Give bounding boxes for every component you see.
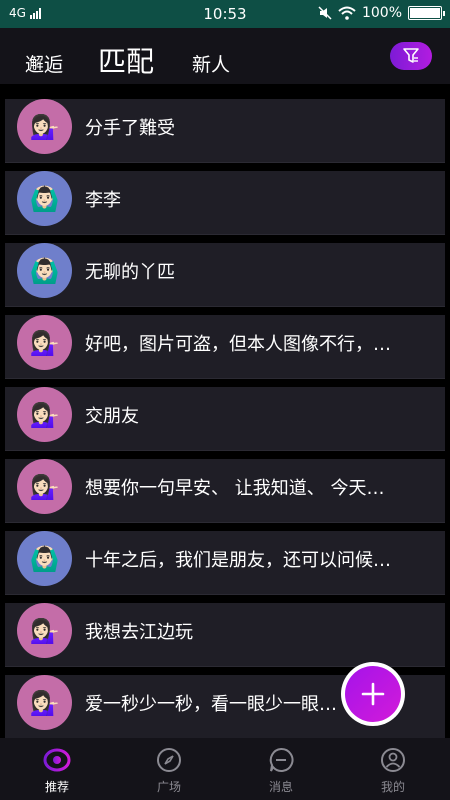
- list-item[interactable]: 🙆🏻‍♂️ 李李: [5, 171, 445, 235]
- list-item-text: 好吧，图片可盗，但本人图像不行，…: [85, 334, 391, 355]
- list-item-text: 交朋友: [85, 406, 139, 427]
- message-icon: [269, 747, 294, 772]
- profile-icon: [381, 748, 405, 772]
- wifi-icon: [338, 6, 356, 20]
- nav-label: 广场: [156, 780, 181, 794]
- list-item-text: 十年之后，我们是朋友，还可以问候…: [85, 550, 391, 571]
- status-icons: 100%: [318, 5, 445, 21]
- tab-newcomers[interactable]: 新人: [192, 50, 230, 77]
- list-item[interactable]: 💁🏻‍♀️ 分手了難受: [5, 99, 445, 163]
- add-button[interactable]: [341, 662, 405, 726]
- top-header: 邂逅 匹配 新人: [0, 28, 450, 84]
- list-item[interactable]: 💁🏻‍♀️ 交朋友: [5, 387, 445, 451]
- avatar[interactable]: 🙆🏻‍♂️: [17, 243, 72, 298]
- nav-plaza[interactable]: 广场: [129, 746, 209, 795]
- list-item-text: 想要你一句早安、 让我知道、 今天…: [85, 478, 385, 499]
- avatar[interactable]: 💁🏻‍♀️: [17, 675, 72, 730]
- nav-mine[interactable]: 我的: [353, 746, 433, 795]
- filter-button[interactable]: [390, 42, 432, 70]
- tab-match[interactable]: 匹配: [98, 40, 154, 80]
- avatar[interactable]: 🙆🏻‍♂️: [17, 171, 72, 226]
- nav-recommend[interactable]: 推荐: [17, 746, 97, 795]
- plus-icon: [361, 682, 385, 706]
- nav-label: 消息: [268, 780, 293, 794]
- list-item-text: 我想去江边玩: [85, 622, 193, 643]
- eye-icon: [43, 748, 71, 772]
- avatar[interactable]: 💁🏻‍♀️: [17, 603, 72, 658]
- avatar[interactable]: 💁🏻‍♀️: [17, 387, 72, 442]
- list-item[interactable]: 🙆🏻‍♂️ 无聊的丫匹: [5, 243, 445, 307]
- list-item[interactable]: 💁🏻‍♀️ 好吧，图片可盗，但本人图像不行，…: [5, 315, 445, 379]
- list-item-text: 分手了難受: [85, 118, 175, 139]
- list-item-text: 李李: [85, 190, 121, 211]
- nav-label: 推荐: [44, 780, 69, 794]
- battery-percent: 100%: [361, 5, 402, 21]
- avatar[interactable]: 🙆🏻‍♂️: [17, 531, 72, 586]
- list-item[interactable]: 💁🏻‍♀️ 想要你一句早安、 让我知道、 今天…: [5, 459, 445, 523]
- avatar[interactable]: 💁🏻‍♀️: [17, 315, 72, 370]
- nav-messages[interactable]: 消息: [241, 746, 321, 795]
- battery-icon: [408, 6, 445, 20]
- list-item[interactable]: 🙆🏻‍♂️ 十年之后，我们是朋友，还可以问候…: [5, 531, 445, 595]
- filter-icon: [403, 48, 419, 63]
- tab-encounter[interactable]: 邂逅: [25, 50, 63, 77]
- avatar[interactable]: 💁🏻‍♀️: [17, 459, 72, 514]
- list-item-text: 无聊的丫匹: [85, 262, 175, 283]
- avatar[interactable]: 💁🏻‍♀️: [17, 99, 72, 154]
- nav-label: 我的: [380, 780, 405, 794]
- list-item[interactable]: 💁🏻‍♀️ 我想去江边玩: [5, 603, 445, 667]
- mute-icon: [318, 6, 332, 20]
- bottom-nav: 推荐 广场 消息 我的: [0, 738, 450, 800]
- status-bar: 4G 10:53 100%: [0, 0, 450, 28]
- compass-icon: [157, 748, 181, 772]
